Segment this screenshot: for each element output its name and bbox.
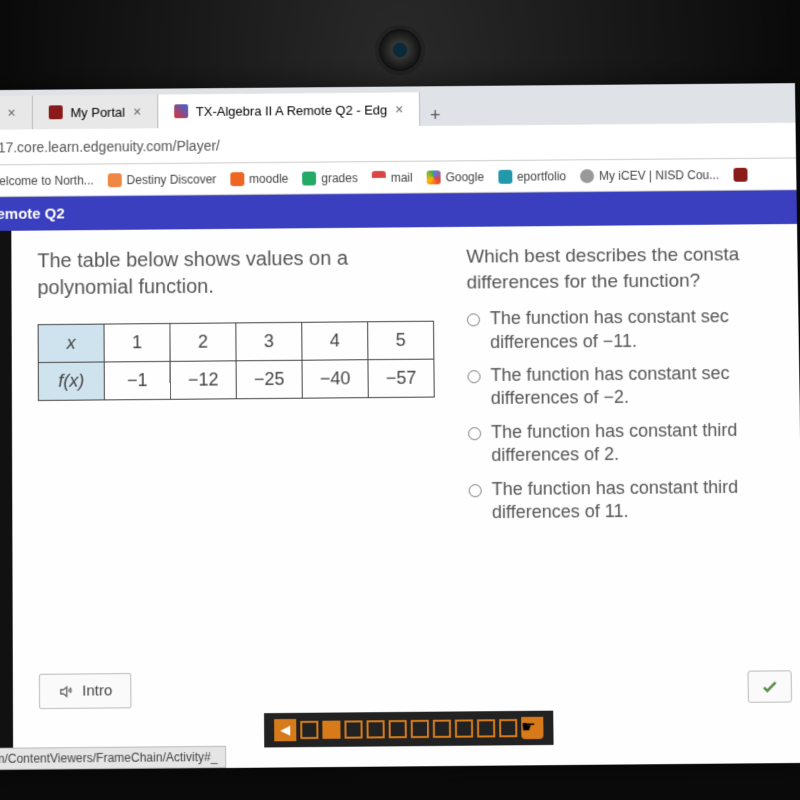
- question-heading: Which best describes the constadifferenc…: [466, 242, 788, 296]
- cell: −40: [302, 360, 368, 399]
- cell: 4: [302, 322, 368, 360]
- edgenuity-icon: [174, 104, 188, 118]
- progress-step-7[interactable]: [433, 720, 451, 738]
- headphones-button[interactable]: [0, 241, 1, 273]
- intro-label: Intro: [82, 682, 112, 699]
- eportfolio-icon: [498, 169, 512, 183]
- bookmark-mail[interactable]: mail: [372, 170, 413, 184]
- new-tab-button[interactable]: +: [420, 105, 450, 126]
- progress-step-2-current[interactable]: [322, 721, 340, 739]
- speaker-icon: [58, 683, 74, 699]
- prev-button[interactable]: ◀: [274, 719, 296, 741]
- icev-icon: [580, 169, 594, 183]
- google-icon: [427, 170, 441, 184]
- cell: 5: [368, 321, 434, 359]
- cell: 1: [104, 323, 170, 361]
- intro-button[interactable]: Intro: [39, 673, 132, 709]
- check-icon: [760, 676, 780, 696]
- cell: 3: [236, 322, 302, 360]
- next-button[interactable]: ☛: [521, 717, 543, 739]
- cell: −1: [104, 361, 170, 400]
- moodle-icon: [230, 172, 244, 186]
- radio-3[interactable]: [468, 426, 481, 441]
- option-4[interactable]: The function has constant third differen…: [469, 475, 792, 525]
- close-icon[interactable]: ×: [395, 101, 403, 117]
- collapse-button[interactable]: [0, 340, 2, 372]
- laptop-camera: [375, 25, 425, 75]
- close-icon[interactable]: ×: [7, 105, 15, 121]
- bookmark-welcome[interactable]: Welcome to North...: [0, 173, 94, 188]
- bookmark-moodle[interactable]: moodle: [230, 171, 288, 185]
- grades-icon: [302, 171, 316, 185]
- portal-icon: [48, 105, 62, 119]
- laptop-screen: odle × My Portal × TX-Algebra II A Remot…: [0, 83, 800, 770]
- bookmark-icev[interactable]: My iCEV | NISD Cou...: [580, 168, 719, 183]
- progress-step-5[interactable]: [389, 720, 407, 738]
- data-table: x 1 2 3 4 5 f(x) −1 −12 −2: [38, 321, 435, 401]
- tab-myportal[interactable]: My Portal ×: [33, 95, 159, 130]
- progress-step-6[interactable]: [411, 720, 429, 738]
- progress-step-1[interactable]: [300, 721, 318, 739]
- destiny-icon: [108, 173, 122, 187]
- radio-1[interactable]: [467, 313, 480, 328]
- tab-label: TX-Algebra II A Remote Q2 - Edg: [196, 102, 387, 119]
- radio-4[interactable]: [469, 483, 482, 498]
- calculator-button[interactable]: [0, 291, 2, 323]
- cell: −25: [236, 360, 302, 399]
- bookmark-destiny[interactable]: Destiny Discover: [108, 172, 217, 187]
- progress-strip: ◀ ☛: [264, 711, 554, 748]
- bookmark-google[interactable]: Google: [427, 170, 485, 184]
- tab-odle[interactable]: odle ×: [0, 96, 33, 130]
- progress-step-10[interactable]: [499, 719, 517, 737]
- progress-step-4[interactable]: [367, 720, 385, 738]
- cell: −57: [368, 359, 434, 398]
- progress-step-8[interactable]: [455, 719, 473, 737]
- progress-step-3[interactable]: [344, 720, 362, 738]
- bookmark-eportfolio[interactable]: eportfolio: [498, 169, 566, 183]
- answer-options: The function has constant sec difference…: [467, 305, 792, 525]
- status-bar: ty.com/ContentViewers/FrameChain/Activit…: [0, 746, 227, 771]
- bookmark-more[interactable]: [733, 167, 747, 181]
- option-3[interactable]: The function has constant third differen…: [468, 418, 791, 468]
- option-1[interactable]: The function has constant sec difference…: [467, 305, 789, 354]
- progress-step-9[interactable]: [477, 719, 495, 737]
- radio-2[interactable]: [467, 369, 480, 384]
- cell: 2: [170, 323, 236, 361]
- header-x: x: [38, 324, 104, 362]
- app-title: A Remote Q2: [0, 205, 65, 223]
- bookmark-grades[interactable]: grades: [302, 171, 358, 185]
- submit-button[interactable]: [747, 670, 792, 703]
- tab-label: My Portal: [70, 104, 125, 119]
- url-text: r17.core.learn.edgenuity.com/Player/: [0, 137, 220, 155]
- close-icon[interactable]: ×: [133, 104, 141, 120]
- gmail-icon: [372, 170, 386, 184]
- more-icon: [733, 167, 747, 181]
- prompt-text: The table below shows values on a polyno…: [37, 245, 436, 302]
- option-2[interactable]: The function has constant sec difference…: [467, 362, 789, 412]
- cell: −12: [170, 361, 236, 400]
- tab-algebra[interactable]: TX-Algebra II A Remote Q2 - Edg ×: [158, 92, 420, 128]
- content-area: The table below shows values on a polyno…: [11, 224, 800, 770]
- header-fx: f(x): [38, 362, 104, 401]
